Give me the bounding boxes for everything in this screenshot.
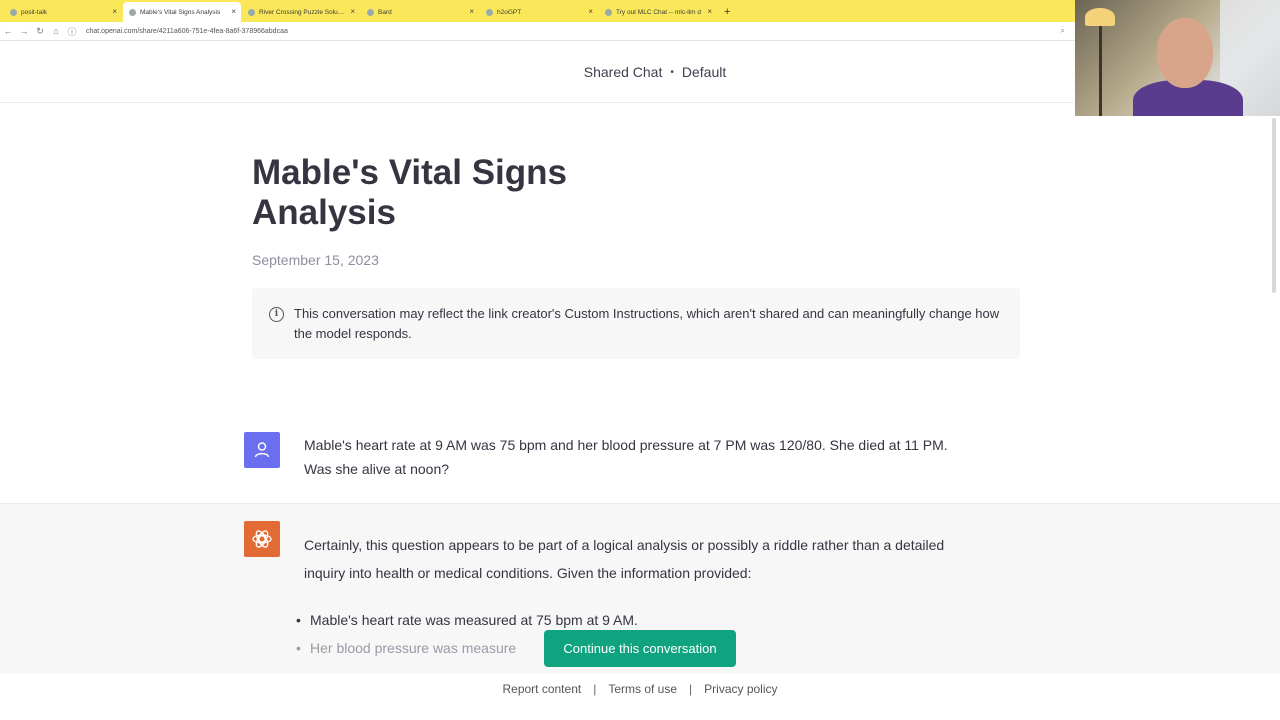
tab-favicon-icon (605, 8, 612, 16)
openai-logo-icon (244, 521, 280, 557)
zoom-icon[interactable]: ⌕ (1061, 26, 1065, 36)
shared-chat-label: Shared Chat (583, 64, 663, 80)
forward-icon[interactable]: → (16, 26, 32, 36)
tab-favicon-icon (367, 8, 374, 16)
tab-favicon-icon (10, 8, 17, 16)
tab-label: Try out MLC Chat -- mlc-llm d (616, 8, 701, 16)
home-icon[interactable]: ⌂ (48, 26, 64, 36)
browser-tab[interactable]: posit-talk × (4, 2, 122, 22)
footer: Report content | Terms of use | Privacy … (0, 678, 1280, 700)
site-info-icon[interactable]: ⓘ (64, 25, 80, 38)
tab-label: h2oGPT (497, 8, 522, 16)
assistant-message-text: Certainly, this question appears to be p… (304, 537, 945, 581)
close-tab-icon[interactable]: × (231, 7, 236, 16)
scrollbar[interactable] (1272, 118, 1276, 293)
footer-separator: | (593, 682, 597, 696)
url-field[interactable]: chat.openai.com/share/4211a606-751e-4fea… (86, 28, 288, 35)
report-content-link[interactable]: Report content (502, 682, 581, 696)
browser-tab[interactable]: Bard × (361, 2, 479, 22)
close-tab-icon[interactable]: × (588, 7, 593, 16)
model-label: Default (681, 64, 727, 80)
close-tab-icon[interactable]: × (350, 7, 355, 16)
tab-favicon-icon (129, 8, 136, 16)
notice-text: This conversation may reflect the link c… (294, 306, 1000, 341)
tab-label: Mable's Vital Signs Analysis (140, 8, 221, 16)
browser-tab[interactable]: h2oGPT × (480, 2, 598, 22)
user-avatar-icon (244, 432, 280, 468)
header-separator: • (670, 66, 674, 78)
tab-label: posit-talk (21, 8, 48, 16)
tab-label: Bard (378, 8, 392, 16)
new-tab-button[interactable]: + (718, 2, 736, 22)
browser-tab[interactable]: River Crossing Puzzle Solution × (242, 2, 360, 22)
terms-of-use-link[interactable]: Terms of use (608, 682, 677, 696)
footer-separator: | (689, 682, 693, 696)
user-message-text: Mable's heart rate at 9 AM was 75 bpm an… (304, 437, 948, 477)
browser-tab[interactable]: Try out MLC Chat -- mlc-llm d × (599, 2, 717, 22)
reload-icon[interactable]: ↻ (32, 26, 48, 37)
tab-favicon-icon (248, 8, 255, 16)
close-tab-icon[interactable]: × (112, 7, 117, 16)
tab-favicon-icon (486, 8, 493, 16)
user-message-row: Mable's heart rate at 9 AM was 75 bpm an… (0, 412, 1280, 504)
tab-label: River Crossing Puzzle Solution (259, 8, 346, 16)
close-tab-icon[interactable]: × (469, 7, 474, 16)
conversation-date: September 15, 2023 (252, 252, 379, 268)
webcam-overlay (1075, 0, 1280, 116)
browser-tab-active[interactable]: Mable's Vital Signs Analysis × (123, 2, 241, 22)
continue-conversation-button[interactable]: Continue this conversation (544, 630, 736, 667)
privacy-policy-link[interactable]: Privacy policy (704, 682, 777, 696)
close-tab-icon[interactable]: × (707, 7, 712, 16)
back-icon[interactable]: ← (0, 26, 16, 36)
custom-instructions-notice: i This conversation may reflect the link… (252, 288, 1020, 359)
conversation-title: Mable's Vital Signs Analysis (252, 153, 567, 232)
info-icon: i (269, 307, 284, 322)
